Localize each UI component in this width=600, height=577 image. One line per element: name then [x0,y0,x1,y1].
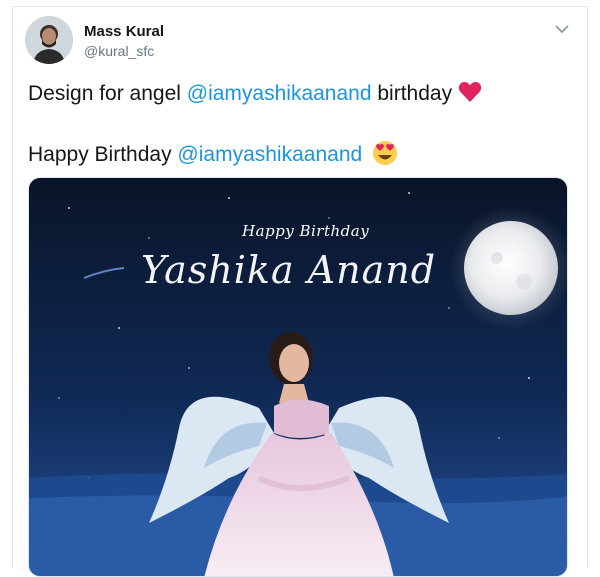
tweet-media[interactable]: Happy Birthday Yashika Anand [28,177,568,577]
heart-eyes-icon [373,141,398,165]
tweet-text-line-2: Happy Birthday @iamyashikaanand [28,140,398,167]
tweet-text: Happy Birthday [28,143,178,166]
mention-link[interactable]: @iamyashikaanand [177,143,362,166]
tweet-text: Design for angel [28,82,187,105]
chevron-down-icon[interactable] [553,22,571,36]
user-handle[interactable]: @kural_sfc [84,43,154,59]
poster-title: Yashika Anand [141,248,437,292]
tweet-text-line-1: Design for angel @iamyashikaanand birthd… [28,81,482,106]
poster-subtitle: Happy Birthday [242,222,370,240]
avatar-image [25,16,73,64]
mention-link[interactable]: @iamyashikaanand [187,82,372,105]
display-name[interactable]: Mass Kural [84,23,164,40]
tweet-text: birthday [371,82,453,105]
avatar[interactable] [25,16,73,64]
heart-icon [458,82,482,102]
